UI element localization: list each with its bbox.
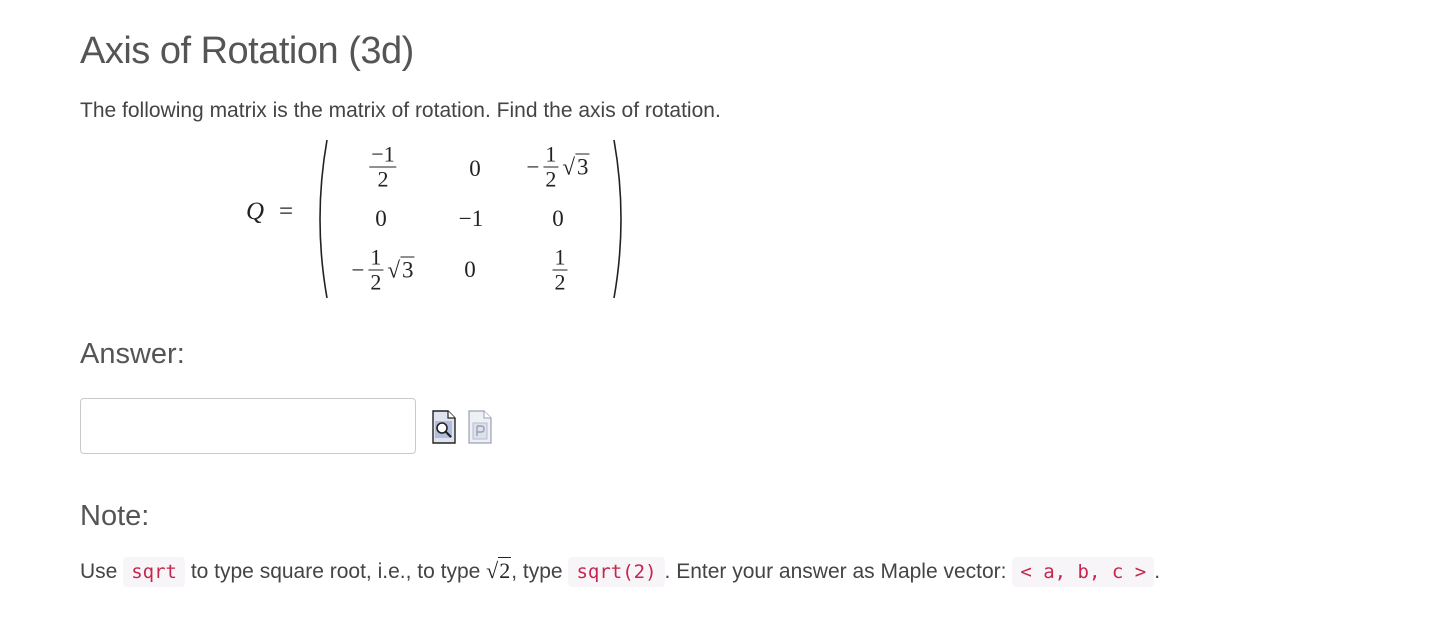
note-part-4: . Enter your answer as Maple vector: — [664, 560, 1007, 583]
right-paren — [613, 139, 622, 299]
matrix-cell-r1c2: 0 — [469, 156, 481, 181]
note-part-5: . — [1154, 560, 1161, 583]
answer-input[interactable] — [80, 398, 416, 454]
matrix-cell-r3c3: 12 — [552, 244, 568, 295]
answer-label: Answer: — [80, 338, 185, 370]
matrix-cell-r3c2: 0 — [464, 257, 476, 282]
left-paren — [319, 139, 328, 299]
page-title: Axis of Rotation (3d) — [80, 30, 414, 72]
matrix-label: Q — [246, 198, 265, 225]
note-label: Note: — [80, 500, 150, 532]
note-part-3: , type — [511, 560, 563, 583]
note-code-sqrt2: sqrt(2) — [568, 557, 665, 587]
matrix-cell-r2c2: −1 — [458, 206, 484, 231]
question-text: The following matrix is the matrix of ro… — [80, 99, 721, 122]
note-code-vector: < a, b, c > — [1012, 557, 1155, 587]
note-part-2: to type square root, i.e., to type — [190, 560, 481, 583]
matrix-cell-r1c3: −1 2 √3 — [526, 141, 590, 192]
note-part-1: Use — [80, 560, 118, 583]
matrix-cell-r3c1: −1 2 √3 — [351, 244, 415, 295]
paste-icon[interactable] — [466, 410, 494, 444]
preview-icon[interactable] — [430, 410, 458, 444]
matrix-cell-r1c1: −1 2 — [369, 141, 397, 192]
note-text: Use sqrt to type square root, i.e., to t… — [80, 557, 1161, 587]
note-code-sqrt: sqrt — [123, 557, 185, 587]
matrix-cell-r2c1: 0 — [375, 206, 387, 231]
note-inline-sqrt2: √2 — [486, 557, 512, 583]
matrix-cell-r2c3: 0 — [552, 206, 564, 231]
equals-sign: = — [279, 198, 294, 225]
